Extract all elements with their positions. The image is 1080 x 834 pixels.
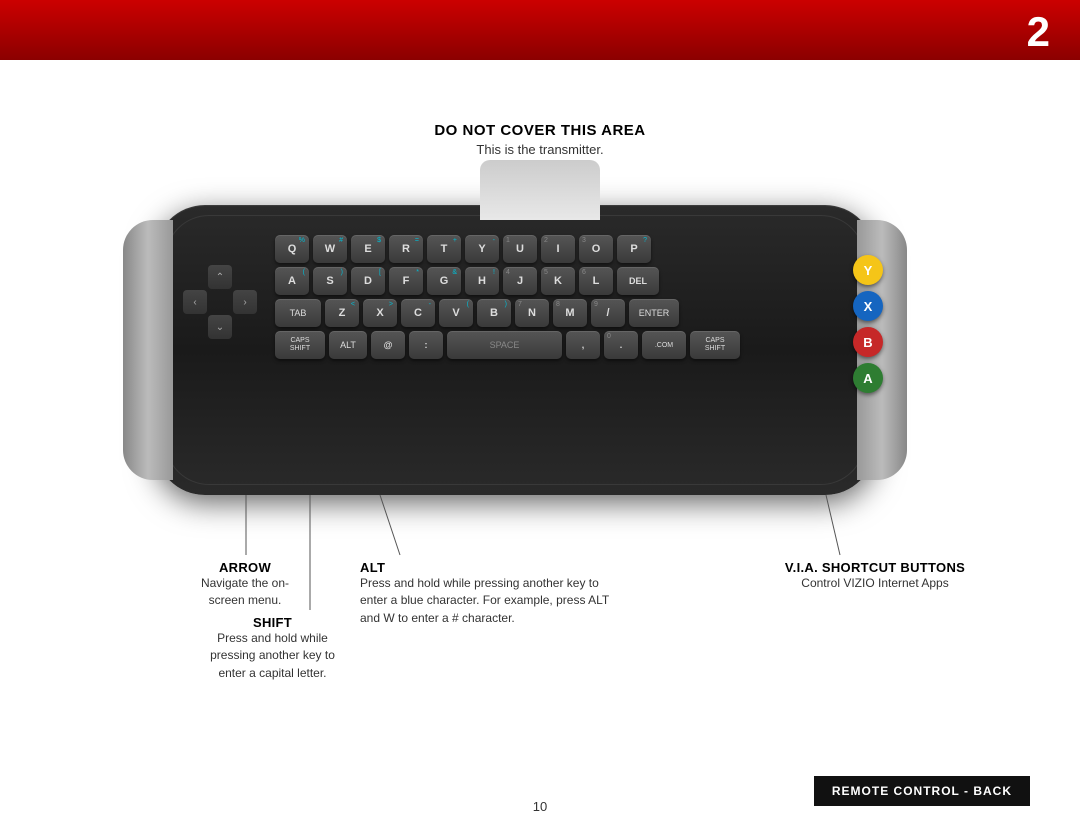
key-colon[interactable]: : xyxy=(409,331,443,359)
transmitter-bump xyxy=(480,160,600,220)
arrow-left-button[interactable]: ‹ xyxy=(183,290,207,314)
footer-label: REMOTE CONTROL - BACK xyxy=(814,776,1030,806)
transmitter-label: DO NOT COVER THIS AREA This is the trans… xyxy=(434,120,645,159)
annotation-alt-title: ALT xyxy=(360,560,610,575)
key-i[interactable]: 2I xyxy=(541,235,575,263)
annotation-arrow-title: ARROW xyxy=(185,560,305,575)
key-alt[interactable]: ALT xyxy=(329,331,367,359)
via-y-button[interactable]: Y xyxy=(853,255,883,285)
key-s[interactable]: )S xyxy=(313,267,347,295)
key-p[interactable]: ?P xyxy=(617,235,651,263)
key-t[interactable]: +T xyxy=(427,235,461,263)
annotation-arrow-text: Navigate the on-screen menu. xyxy=(185,575,305,610)
key-period[interactable]: 0. xyxy=(604,331,638,359)
keyboard-row-4: CAPSSHIFT ALT @ : SPACE , 0. .COM CAPSSH… xyxy=(275,331,847,359)
via-b-button[interactable]: B xyxy=(853,327,883,357)
via-x-button[interactable]: X xyxy=(853,291,883,321)
transmitter-subtitle: This is the transmitter. xyxy=(434,141,645,159)
key-c[interactable]: -C xyxy=(401,299,435,327)
annotation-shift: SHIFT Press and hold while pressing anot… xyxy=(195,615,350,682)
key-at[interactable]: @ xyxy=(371,331,405,359)
keyboard-row-3: TAB <Z >X -C (V )B 7N 8M 9/ ENTER xyxy=(275,299,847,327)
keyboard-area: %Q #W $E =R +T -Y 1U 2I 3O ?P (A )S [D *… xyxy=(275,235,847,363)
key-l[interactable]: 6L xyxy=(579,267,613,295)
annotation-via: V.I.A. SHORTCUT BUTTONS Control VIZIO In… xyxy=(780,560,970,592)
annotation-arrow: ARROW Navigate the on-screen menu. xyxy=(185,560,305,610)
key-e[interactable]: $E xyxy=(351,235,385,263)
annotation-via-text: Control VIZIO Internet Apps xyxy=(780,575,970,592)
key-slash[interactable]: 9/ xyxy=(591,299,625,327)
key-d[interactable]: [D xyxy=(351,267,385,295)
via-buttons: Y X B A xyxy=(853,255,883,393)
key-v[interactable]: (V xyxy=(439,299,473,327)
key-m[interactable]: 8M xyxy=(553,299,587,327)
key-u[interactable]: 1U xyxy=(503,235,537,263)
arrow-down-button[interactable]: ⌄ xyxy=(208,315,232,339)
remote-body: ⌃ ⌄ ‹ › %Q #W $E =R +T -Y 1U 2I 3O ?P (A… xyxy=(155,205,875,495)
keyboard-row-1: %Q #W $E =R +T -Y 1U 2I 3O ?P xyxy=(275,235,847,263)
key-caps-left[interactable]: CAPSSHIFT xyxy=(275,331,325,359)
key-enter[interactable]: ENTER xyxy=(629,299,679,327)
key-del[interactable]: DEL xyxy=(617,267,659,295)
arrow-right-button[interactable]: › xyxy=(233,290,257,314)
key-f[interactable]: *F xyxy=(389,267,423,295)
arrow-pad: ⌃ ⌄ ‹ › xyxy=(183,265,257,339)
key-q[interactable]: %Q xyxy=(275,235,309,263)
annotation-shift-title: SHIFT xyxy=(195,615,350,630)
annotation-alt: ALT Press and hold while pressing anothe… xyxy=(360,560,610,627)
left-cap xyxy=(123,220,173,480)
key-j[interactable]: 4J xyxy=(503,267,537,295)
key-z[interactable]: <Z xyxy=(325,299,359,327)
header-bar: 2 xyxy=(0,0,1080,60)
key-space[interactable]: SPACE xyxy=(447,331,562,359)
key-n[interactable]: 7N xyxy=(515,299,549,327)
page-number: 2 xyxy=(1027,8,1050,56)
key-dotcom[interactable]: .COM xyxy=(642,331,686,359)
key-y[interactable]: -Y xyxy=(465,235,499,263)
page-num-bottom: 10 xyxy=(533,799,547,814)
key-comma[interactable]: , xyxy=(566,331,600,359)
key-w[interactable]: #W xyxy=(313,235,347,263)
key-r[interactable]: =R xyxy=(389,235,423,263)
annotation-via-title: V.I.A. SHORTCUT BUTTONS xyxy=(780,560,970,575)
annotation-shift-text: Press and hold while pressing another ke… xyxy=(195,630,350,682)
arrow-up-button[interactable]: ⌃ xyxy=(208,265,232,289)
via-a-button[interactable]: A xyxy=(853,363,883,393)
key-caps-right[interactable]: CAPSSHIFT xyxy=(690,331,740,359)
key-g[interactable]: &G xyxy=(427,267,461,295)
transmitter-title: DO NOT COVER THIS AREA xyxy=(434,120,645,141)
key-b[interactable]: )B xyxy=(477,299,511,327)
key-o[interactable]: 3O xyxy=(579,235,613,263)
key-k[interactable]: 5K xyxy=(541,267,575,295)
key-a[interactable]: (A xyxy=(275,267,309,295)
keyboard-row-2: (A )S [D *F &G !H 4J 5K 6L DEL xyxy=(275,267,847,295)
key-tab[interactable]: TAB xyxy=(275,299,321,327)
key-x[interactable]: >X xyxy=(363,299,397,327)
key-h[interactable]: !H xyxy=(465,267,499,295)
annotation-alt-text: Press and hold while pressing another ke… xyxy=(360,575,610,627)
